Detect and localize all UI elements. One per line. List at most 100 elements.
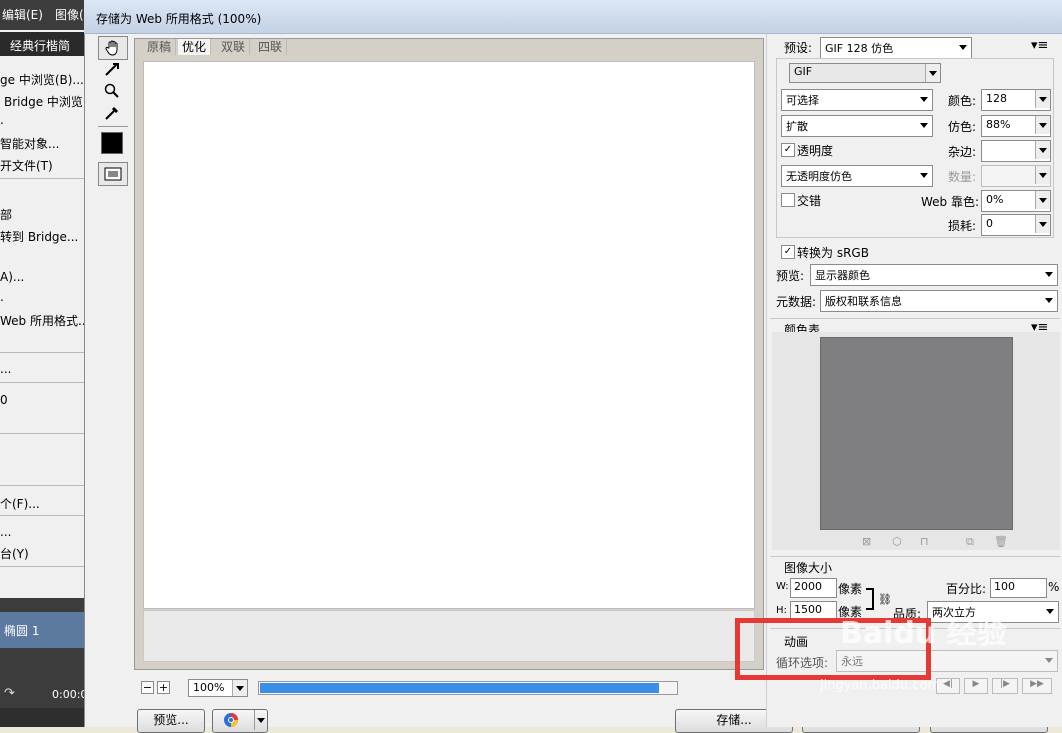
amount-select <box>981 165 1051 187</box>
chevron-down-icon <box>920 173 928 178</box>
preview-label: 预览: <box>776 269 805 283</box>
tab-4up[interactable]: 四联 <box>254 39 288 55</box>
metadata-value: 版权和联系信息 <box>825 295 902 308</box>
lock-icon[interactable]: ⊓ <box>920 535 929 548</box>
menu-divider <box>0 566 84 567</box>
color-table-toolbar: ⊠ ⬡ ⊓ ⧉ 🗑 <box>862 535 1012 549</box>
image-preview-canvas[interactable] <box>143 61 755 609</box>
workspace-bar: 经典行楷简 <box>0 32 84 56</box>
menu-divider <box>0 382 84 383</box>
eyedropper-tool[interactable] <box>98 102 126 124</box>
menu-divider <box>0 433 84 434</box>
chevron-down-icon <box>1035 141 1050 159</box>
menu-item[interactable]: ge 中浏览(B)... <box>0 71 84 88</box>
tab-optimized[interactable]: 优化 <box>178 39 212 55</box>
zoom-out-button[interactable]: − <box>141 681 154 694</box>
preview-button[interactable]: 预览... <box>137 709 205 733</box>
workspace-label[interactable]: 经典行楷简 <box>10 37 70 54</box>
trash-icon[interactable]: 🗑 <box>994 535 1008 548</box>
menu-item[interactable]: 0 <box>0 393 8 407</box>
watermark: Baidu 经验 <box>840 616 1007 651</box>
tab-2up[interactable]: 双联 <box>217 39 251 55</box>
menu-item[interactable]: 部 <box>0 206 12 223</box>
preset-select[interactable]: GIF 128 仿色 <box>820 37 972 59</box>
zoom-in-button[interactable]: + <box>157 681 170 694</box>
lossy-select[interactable]: 0 <box>981 214 1051 236</box>
color-table-swatch[interactable] <box>820 337 1013 530</box>
metadata-label: 元数据: <box>776 295 817 309</box>
transparency-label: 透明度 <box>797 144 834 158</box>
menu-edit[interactable]: 编辑(E) <box>2 6 43 23</box>
menu-item[interactable]: ... <box>0 362 11 376</box>
metadata-select[interactable]: 版权和联系信息 <box>820 290 1058 312</box>
layer-row[interactable]: 椭圆 1 <box>0 612 84 648</box>
web-snap-select[interactable]: 0% <box>981 190 1051 212</box>
matte-select[interactable] <box>981 140 1051 162</box>
hand-icon <box>105 40 118 56</box>
percent-label: 百分比: <box>946 582 987 596</box>
section-divider <box>770 318 1060 319</box>
lossy-label: 损耗: <box>948 219 977 233</box>
menu-item[interactable]: A)... <box>0 270 24 284</box>
chevron-down-icon <box>1046 609 1054 614</box>
convert-srgb-checkbox[interactable]: ✓ <box>781 245 795 259</box>
browser-select-button[interactable] <box>212 709 268 733</box>
web-shift-icon[interactable]: ⬡ <box>892 535 902 548</box>
zoom-level-value: 100% <box>193 681 225 694</box>
chevron-down-icon <box>1045 298 1053 303</box>
zoom-level-select[interactable]: 100% <box>188 679 248 697</box>
preview-select[interactable]: 显示器颜色 <box>810 264 1058 286</box>
menu-item[interactable]: 台(Y) <box>0 545 29 562</box>
new-color-icon[interactable]: ⧉ <box>966 535 974 549</box>
format-value: GIF <box>794 65 813 78</box>
colors-select[interactable]: 128 <box>981 89 1051 111</box>
menu-item[interactable]: ... <box>0 525 11 539</box>
eyedropper-icon <box>105 106 119 120</box>
interlaced-checkbox[interactable] <box>781 193 795 207</box>
hand-tool[interactable] <box>98 36 128 60</box>
menu-item[interactable]: Bridge 中浏览 <box>4 93 83 110</box>
last-frame-icon[interactable]: ▶▶ <box>1022 678 1052 694</box>
menu-item[interactable]: 转到 Bridge... <box>0 228 78 245</box>
percent-input[interactable]: 100 <box>990 578 1047 598</box>
menu-divider <box>0 352 84 353</box>
color-reduction-select[interactable]: 可选择 <box>781 89 933 111</box>
interlaced-label: 交错 <box>797 194 822 208</box>
height-label: H: <box>776 605 787 616</box>
transparency-dither-select[interactable]: 无透明度仿色 <box>781 165 933 187</box>
menu-item[interactable]: 开文件(T) <box>0 157 53 174</box>
chevron-down-icon <box>232 680 247 696</box>
ps-menubar: 编辑(E) 图像( <box>0 0 84 30</box>
play-icon[interactable]: ↷ <box>4 686 15 701</box>
preview-value: 显示器颜色 <box>815 269 870 282</box>
zoom-tool[interactable] <box>98 80 126 102</box>
menu-image[interactable]: 图像( <box>55 6 84 23</box>
tool-column <box>98 36 128 188</box>
menu-item[interactable]: . <box>0 290 4 304</box>
ps-bottom-strip <box>0 708 84 727</box>
dither-algorithm-select[interactable]: 扩散 <box>781 115 933 137</box>
menu-item[interactable]: 个(F)... <box>0 495 40 512</box>
tab-original[interactable]: 原稿 <box>143 39 177 55</box>
lossy-value: 0 <box>986 217 993 230</box>
slice-select-tool[interactable] <box>98 58 126 80</box>
preset-value: GIF 128 仿色 <box>825 42 894 55</box>
chain-link-icon[interactable]: ⛓ <box>878 593 892 606</box>
play-icon[interactable]: ▶ <box>964 678 988 694</box>
menu-item[interactable]: 智能对象... <box>0 135 59 152</box>
width-input[interactable]: 2000 <box>790 578 837 598</box>
format-select[interactable]: GIF <box>789 63 941 83</box>
transparency-checkbox[interactable]: ✓ <box>781 143 795 157</box>
constrain-bracket <box>866 588 874 610</box>
menu-item[interactable]: . <box>0 113 4 127</box>
eyedropper-color-swatch[interactable] <box>98 132 126 154</box>
panel-menu-icon[interactable]: ▾≡ <box>1031 38 1048 53</box>
amount-label: 数量: <box>948 170 977 184</box>
menu-item[interactable]: Web 所用格式... <box>0 312 84 329</box>
menu-divider <box>0 178 84 179</box>
dither-amount-select[interactable]: 88% <box>981 115 1051 137</box>
next-frame-icon[interactable]: |▶ <box>992 678 1018 694</box>
toggle-slices-visibility[interactable] <box>98 162 128 186</box>
map-transparent-icon[interactable]: ⊠ <box>862 535 871 548</box>
dither-amount-value: 88% <box>986 118 1011 131</box>
